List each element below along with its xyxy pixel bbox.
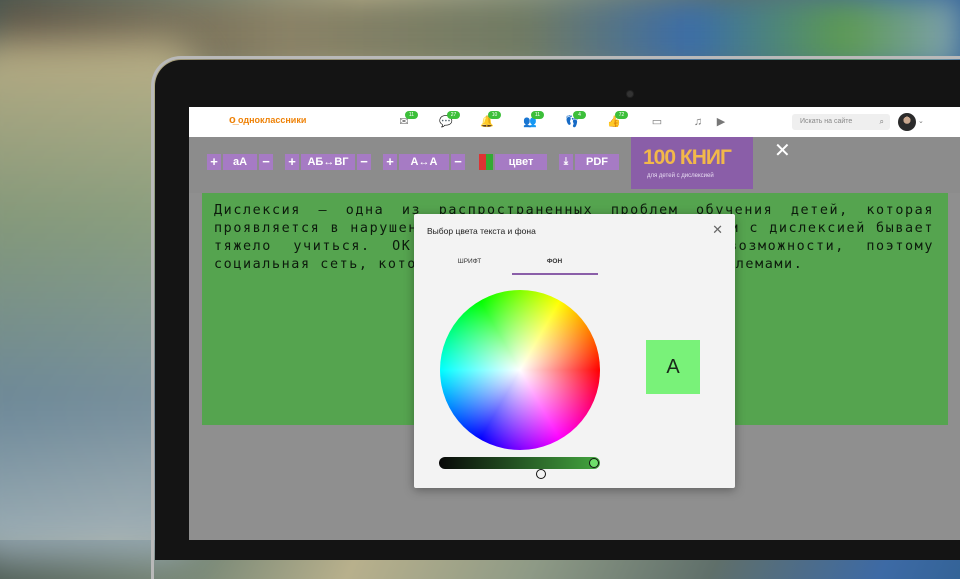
search-placeholder: Искать на сайте xyxy=(800,118,853,125)
mail-icon[interactable]: ✉ 11 xyxy=(397,111,418,128)
brightness-slider-handle[interactable] xyxy=(589,458,599,468)
tab-font[interactable]: ШРИФТ xyxy=(427,258,512,265)
screen: ᴏ̲ одноклассники ✉ 11 💬 27 🔔 10 👥 11 👣 4 👍 72 … xyxy=(189,107,960,540)
font-size-label: аА xyxy=(223,154,257,170)
close-icon[interactable]: ✕ xyxy=(774,141,791,161)
active-tab-indicator xyxy=(512,273,598,275)
line-spacing-decrease-button[interactable]: − xyxy=(357,154,371,170)
like-icon[interactable]: 👍 72 xyxy=(607,111,628,128)
video-call-icon[interactable]: ▭ xyxy=(650,116,664,128)
bell-icon[interactable]: 🔔 10 xyxy=(480,111,501,128)
bell-badge: 10 xyxy=(488,111,501,119)
font-size-decrease-button[interactable]: − xyxy=(259,154,273,170)
font-size-increase-button[interactable]: + xyxy=(207,154,221,170)
camera xyxy=(627,91,633,97)
close-icon[interactable]: ✕ xyxy=(712,222,723,238)
chevron-down-icon[interactable]: ⌄ xyxy=(918,117,924,125)
promo-banner[interactable]: 100 КНИГ для детей с дислексией xyxy=(631,137,753,189)
guests-icon[interactable]: 👣 4 xyxy=(565,111,586,128)
color-preview: А xyxy=(646,340,700,394)
friends-badge: 11 xyxy=(531,111,544,119)
line-spacing-increase-button[interactable]: + xyxy=(285,154,299,170)
search-input[interactable]: Искать на сайте ⌕ xyxy=(792,114,890,130)
ok-logo-icon[interactable]: ᴏ̲ xyxy=(229,114,236,126)
brightness-slider[interactable] xyxy=(439,457,600,469)
letter-spacing-decrease-button[interactable]: − xyxy=(451,154,465,170)
mail-badge: 11 xyxy=(405,111,418,119)
search-icon[interactable]: ⌕ xyxy=(880,114,884,130)
site-logo[interactable]: одноклассники xyxy=(238,115,306,125)
color-picker-handle[interactable] xyxy=(536,469,546,479)
guests-badge: 4 xyxy=(573,111,586,119)
promo-subtitle: для детей с дислексией xyxy=(647,173,714,179)
chat-badge: 27 xyxy=(447,111,460,119)
video-icon[interactable]: ▶ xyxy=(714,116,728,128)
download-icon[interactable]: ⤓ xyxy=(559,154,573,170)
dialog-title: Выбор цвета текста и фона xyxy=(427,226,536,236)
pdf-button[interactable]: PDF xyxy=(575,154,619,170)
letter-spacing-increase-button[interactable]: + xyxy=(383,154,397,170)
tab-background[interactable]: ФОН xyxy=(512,258,597,265)
music-icon[interactable]: ♫ xyxy=(691,116,705,128)
avatar[interactable] xyxy=(898,113,916,131)
like-badge: 72 xyxy=(615,111,628,119)
promo-title: 100 КНИГ xyxy=(643,146,732,169)
chat-icon[interactable]: 💬 27 xyxy=(439,111,460,128)
color-palette-icon[interactable] xyxy=(479,154,493,170)
accessibility-toolbar: + аА − + АБ↔ВГ − + А↔А − цвет ⤓ PDF 100 … xyxy=(189,137,960,193)
letter-spacing-label: А↔А xyxy=(399,154,449,170)
top-navigation-bar: ᴏ̲ одноклассники ✉ 11 💬 27 🔔 10 👥 11 👣 4 👍 72 … xyxy=(189,107,960,138)
color-button[interactable]: цвет xyxy=(495,154,547,170)
friends-icon[interactable]: 👥 11 xyxy=(523,111,544,128)
line-spacing-label: АБ↔ВГ xyxy=(301,154,355,170)
color-wheel[interactable] xyxy=(440,290,600,479)
color-picker-dialog: Выбор цвета текста и фона ✕ ШРИФТ ФОН А xyxy=(414,214,735,488)
